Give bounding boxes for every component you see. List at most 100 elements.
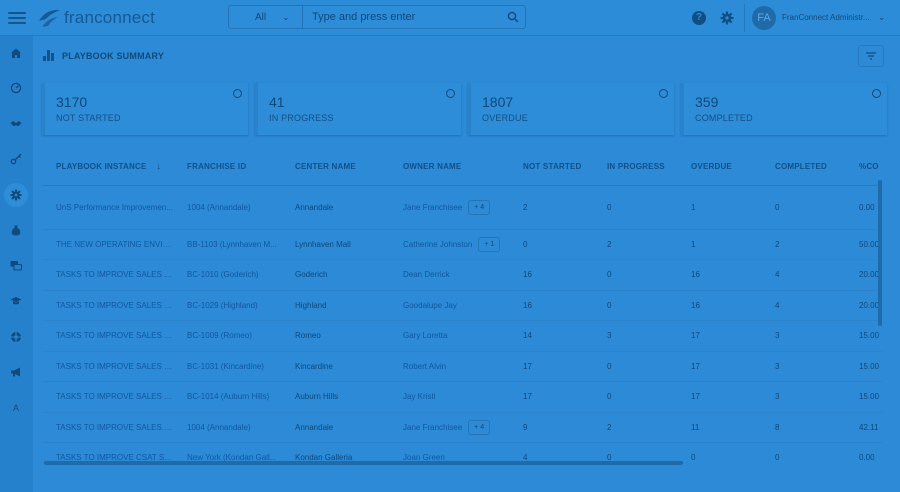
franchise-id-link[interactable]: BC-1031 (Kincardine)	[173, 351, 281, 382]
card-radio[interactable]	[659, 89, 668, 98]
card-overdue[interactable]: 1807 OVERDUE	[468, 83, 674, 135]
card-radio[interactable]	[233, 89, 242, 98]
more-owners-badge[interactable]: + 1	[478, 236, 501, 252]
owner-name-cell: Jane Franchisee + 4	[389, 185, 509, 230]
owner-name-link[interactable]: Jane Franchisee	[403, 423, 462, 432]
playbook-instance-link[interactable]: TASKS TO IMPROVE SALES MAR...	[42, 320, 173, 352]
table-row[interactable]: TASKS TO IMPROVE SALES MAR...BC-1031 (Ki…	[42, 351, 882, 382]
hamburger-menu-icon[interactable]	[8, 9, 26, 27]
column-header-owner-name[interactable]: OWNER NAME	[389, 148, 509, 186]
playbook-instance-link[interactable]: TASKS TO IMPROVE SALES MAR...	[42, 412, 173, 443]
column-header-franchise-id[interactable]: FRANCHISE ID	[173, 148, 281, 186]
horizontal-scrollbar[interactable]	[44, 461, 683, 465]
franchise-id-link[interactable]: BC-1029 (Highland)	[173, 290, 281, 321]
playbook-instance-link[interactable]: TASKS TO IMPROVE SALES MAR...	[42, 381, 173, 413]
column-header-completed[interactable]: COMPLETED	[761, 148, 845, 186]
table-row[interactable]: TASKS TO IMPROVE SALES MAR...BC-1010 (Go…	[42, 259, 882, 291]
search-input[interactable]	[303, 6, 501, 28]
filter-button[interactable]	[858, 45, 884, 67]
megaphone-icon[interactable]	[4, 360, 28, 384]
owner-name-link[interactable]: Dean Derrick	[403, 270, 450, 279]
money-bag-icon[interactable]	[4, 218, 28, 242]
percent-complete-cell: 20.00	[845, 290, 882, 321]
sort-arrow-down-icon[interactable]: ↓	[157, 161, 162, 171]
logo[interactable]: franconnect	[36, 5, 155, 31]
table-row[interactable]: TASKS TO IMPROVE SALES MAR...BC-1029 (Hi…	[42, 290, 882, 321]
user-menu-chevron-icon[interactable]: ⌄	[878, 12, 886, 23]
search-icon[interactable]	[501, 11, 525, 23]
playbook-instance-link[interactable]: TASKS TO IMPROVE SALES MAR...	[42, 259, 173, 291]
franchise-id-link[interactable]: BC-1010 (Goderich)	[173, 259, 281, 291]
user-name[interactable]: FranConnect Administr...	[782, 13, 874, 22]
percent-complete-cell: 42.11	[845, 412, 882, 443]
franchise-id-link[interactable]: 1004 (Annandale)	[173, 412, 281, 443]
card-radio[interactable]	[872, 89, 881, 98]
franchise-id-link[interactable]: 1004 (Annandale)	[173, 185, 281, 230]
more-owners-badge[interactable]: + 4	[468, 199, 491, 215]
help-icon[interactable]: ?	[692, 11, 706, 25]
center-name-cell: Romeo	[281, 320, 389, 352]
key-icon[interactable]	[4, 147, 28, 171]
percent-complete-cell: 15.00	[845, 351, 882, 382]
playbook-instance-link[interactable]: UnS Performance Improvemen...	[42, 185, 173, 230]
chat-icon[interactable]	[4, 254, 28, 278]
column-header-in-progress[interactable]: IN PROGRESS	[593, 148, 677, 186]
sidebar-item-a[interactable]: A	[4, 396, 28, 420]
brand-name: franconnect	[64, 8, 156, 27]
owner-name-link[interactable]: Catherine Johnston	[403, 240, 472, 249]
in-progress-cell: 2	[593, 412, 677, 443]
home-icon[interactable]	[4, 41, 28, 65]
playbook-instance-link[interactable]: TASKS TO IMPROVE SALES MAR...	[42, 290, 173, 321]
dashboard-icon[interactable]	[4, 76, 28, 100]
more-owners-badge[interactable]: + 4	[468, 419, 491, 435]
graduation-cap-icon[interactable]	[4, 289, 28, 313]
table-row[interactable]: TASKS TO IMPROVE SALES MAR...BC-1009 (Ro…	[42, 320, 882, 352]
card-not-started[interactable]: 3170 NOT STARTED	[42, 83, 248, 135]
owner-name-link[interactable]: Robert Alvin	[403, 362, 446, 371]
card-in-progress[interactable]: 41 IN PROGRESS	[255, 83, 461, 135]
owner-name-cell: Gary Loretta	[389, 320, 509, 352]
owner-name-cell: Catherine Johnston + 1	[389, 229, 509, 260]
settings-gear-icon[interactable]	[720, 11, 734, 25]
handshake-icon[interactable]	[4, 112, 28, 136]
avatar[interactable]: FA	[752, 6, 776, 30]
not-started-cell: 2	[509, 185, 593, 230]
in-progress-cell: 0	[593, 351, 677, 382]
table-row[interactable]: UnS Performance Improvemen... 1004 (Annan…	[42, 185, 882, 230]
column-header-playbook-instance[interactable]: PLAYBOOK INSTANCE ↓	[42, 148, 173, 186]
search-scope-select[interactable]: All ⌄	[229, 6, 303, 28]
franchise-id-link[interactable]: BB-1103 (Lynnhaven M...	[173, 229, 281, 260]
in-progress-cell: 0	[593, 381, 677, 413]
franchise-id-link[interactable]: BC-1009 (Romeo)	[173, 320, 281, 352]
owner-name-link[interactable]: Gary Loretta	[403, 331, 447, 340]
table-row[interactable]: TASKS TO IMPROVE SALES MAR...BC-1014 (Au…	[42, 381, 882, 413]
playbook-instance-link[interactable]: THE NEW OPERATING ENVIRO...	[42, 229, 173, 260]
card-label: NOT STARTED	[56, 113, 121, 123]
vertical-scrollbar[interactable]	[878, 180, 882, 326]
card-completed[interactable]: 359 COMPLETED	[681, 83, 887, 135]
owner-name-link[interactable]: Jane Franchisee	[403, 203, 462, 212]
owner-name-cell: Robert Alvin	[389, 351, 509, 382]
owner-name-cell: Dean Derrick	[389, 259, 509, 291]
table-row[interactable]: THE NEW OPERATING ENVIRO... BB-1103 (Lynn…	[42, 229, 882, 260]
card-radio[interactable]	[446, 89, 455, 98]
support-icon[interactable]	[4, 325, 28, 349]
in-progress-cell: 0	[593, 290, 677, 321]
percent-complete-cell: 15.00	[845, 320, 882, 352]
playbook-instance-link[interactable]: TASKS TO IMPROVE SALES MAR...	[42, 351, 173, 382]
summary-cards: 3170 NOT STARTED 41 IN PROGRESS 1807 OVE…	[42, 83, 890, 135]
owner-name-link[interactable]: Goodalupe Jay	[403, 301, 457, 310]
page-title: PLAYBOOK SUMMARY	[62, 50, 165, 61]
column-header-percent-complete[interactable]: %CO	[845, 148, 882, 186]
card-value: 359	[695, 94, 719, 110]
table-row[interactable]: TASKS TO IMPROVE SALES MAR...1004 (Annan…	[42, 412, 882, 443]
overdue-cell: 0	[677, 442, 761, 468]
franchise-id-link[interactable]: BC-1014 (Auburn Hills)	[173, 381, 281, 413]
completed-cell: 8	[761, 412, 845, 443]
owner-name-link[interactable]: Jay Kristi	[403, 392, 435, 401]
gear-icon[interactable]	[4, 183, 28, 207]
column-header-not-started[interactable]: NOT STARTED	[509, 148, 593, 186]
column-header-overdue[interactable]: OVERDUE	[677, 148, 761, 186]
column-header-center-name[interactable]: CENTER NAME	[281, 148, 389, 186]
card-label: IN PROGRESS	[269, 113, 334, 123]
